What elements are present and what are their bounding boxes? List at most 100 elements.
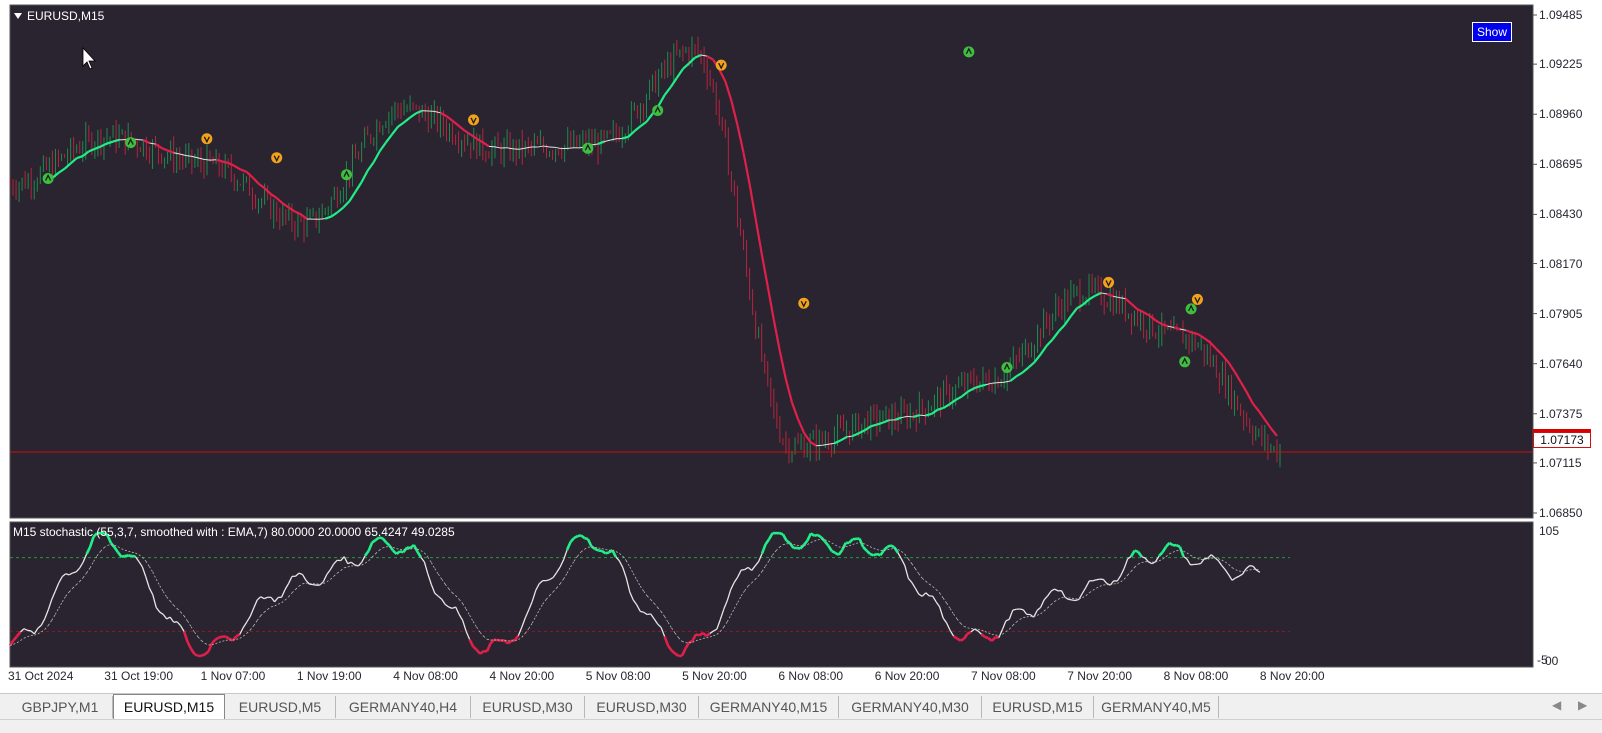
time-tick-label: 1 Nov 19:00 <box>297 669 362 683</box>
price-tick-label: 1.08695 <box>1539 157 1582 171</box>
stochastic-main-segment <box>578 535 581 536</box>
stochastic-main-segment <box>1068 599 1071 600</box>
time-tick-label: 5 Nov 20:00 <box>682 669 747 683</box>
trend-line-segment <box>1174 327 1180 329</box>
buy-signal-icon <box>652 105 663 116</box>
indicator-axis-top: 105 <box>1539 524 1559 538</box>
tab-eurusd-m30[interactable]: EURUSD,M30 <box>585 696 699 718</box>
stochastic-main-segment <box>957 639 960 641</box>
chart-tabs-bar: GBPJPY,M1EURUSD,M15EURUSD,M5GERMANY40,H4… <box>0 693 1602 720</box>
stochastic-main-segment <box>125 555 128 556</box>
stochastic-main-segment <box>870 554 873 555</box>
trend-line-segment <box>907 416 913 417</box>
symbol-title: EURUSD,M15 <box>27 9 104 23</box>
stochastic-main-segment <box>1096 579 1099 580</box>
indicator-label: M15 stochastic (55,3,7, smoothed with : … <box>13 525 455 539</box>
stochastic-main-segment <box>779 533 782 534</box>
sell-signal-icon <box>201 133 212 144</box>
trend-line-segment <box>319 219 325 220</box>
collapse-triangle-icon[interactable] <box>14 13 22 19</box>
tab-gbpjpy-m1[interactable]: GBPJPY,M1 <box>8 696 113 718</box>
price-tick-label: 1.07115 <box>1539 456 1582 470</box>
stochastic-main-segment <box>961 639 964 641</box>
stochastic-main-segment <box>202 654 205 656</box>
tab-germany40-m15[interactable]: GERMANY40,M15 <box>699 696 839 718</box>
stochastic-main-segment <box>605 553 608 554</box>
stochastic-main-segment <box>121 556 124 557</box>
indicator-axis-bottom-overlap: 00 <box>1545 654 1558 668</box>
stochastic-main-segment <box>874 554 877 555</box>
price-tick-label: 1.07375 <box>1539 407 1582 421</box>
time-tick-label: 4 Nov 08:00 <box>393 669 458 683</box>
trend-line-segment <box>1192 333 1198 335</box>
buy-signal-icon <box>1001 362 1012 373</box>
tab-eurusd-m30[interactable]: EURUSD,M30 <box>471 696 585 718</box>
stochastic-main-segment <box>27 630 30 631</box>
buy-signal-icon <box>341 169 352 180</box>
stochastic-main-segment <box>1197 564 1200 565</box>
sell-signal-icon <box>468 114 479 125</box>
sell-signal-icon <box>798 298 809 309</box>
price-tick-label: 1.09225 <box>1539 57 1582 71</box>
time-tick-label: 6 Nov 20:00 <box>875 669 940 683</box>
tab-scroll-right-icon[interactable]: ▶ <box>1578 698 1587 712</box>
price-tick-label: 1.08960 <box>1539 107 1582 121</box>
stochastic-main-segment <box>1135 551 1138 552</box>
trend-line-segment <box>222 161 228 163</box>
trend-line-segment <box>816 445 822 446</box>
stochastic-main-segment <box>574 536 577 538</box>
stochastic-main-segment <box>236 634 239 636</box>
sell-signal-icon <box>1103 277 1114 288</box>
stochastic-main-segment <box>891 545 894 547</box>
sell-signal-icon <box>716 60 727 71</box>
tab-germany40-m5[interactable]: GERMANY40,M5 <box>1094 696 1219 718</box>
price-tick-label: 1.06850 <box>1539 506 1582 520</box>
stochastic-main-segment <box>647 614 650 615</box>
tab-eurusd-m15[interactable]: EURUSD,M15 <box>982 696 1094 718</box>
time-tick-label: 5 Nov 08:00 <box>586 669 651 683</box>
stochastic-main-segment <box>1013 609 1016 610</box>
stochastic-main-segment <box>1176 545 1179 547</box>
trend-line-segment <box>980 385 986 387</box>
price-pane[interactable] <box>10 5 1533 518</box>
buy-signal-icon <box>963 46 974 57</box>
time-tick-label: 8 Nov 20:00 <box>1260 669 1325 683</box>
tab-germany40-h4[interactable]: GERMANY40,H4 <box>336 696 471 718</box>
time-tick-label: 7 Nov 08:00 <box>971 669 1036 683</box>
indicator-pane[interactable] <box>10 522 1533 667</box>
tab-germany40-m30[interactable]: GERMANY40,M30 <box>839 696 982 718</box>
buy-signal-icon <box>1186 303 1197 314</box>
stochastic-main-segment <box>968 632 971 634</box>
trend-line-segment <box>137 140 143 141</box>
current-price-label: 1.07173 <box>1533 432 1591 448</box>
time-tick-label: 31 Oct 19:00 <box>104 669 173 683</box>
stochastic-main-segment <box>585 538 588 539</box>
price-tick-label: 1.09485 <box>1539 8 1582 22</box>
stochastic-main-segment <box>313 585 316 586</box>
stochastic-main-segment <box>219 637 222 638</box>
tab-scroll-left-icon[interactable]: ◀ <box>1552 698 1561 712</box>
time-tick-label: 1 Nov 07:00 <box>201 669 266 683</box>
price-tick-label: 1.07905 <box>1539 307 1582 321</box>
stochastic-main-segment <box>797 548 800 549</box>
tab-eurusd-m5[interactable]: EURUSD,M5 <box>225 696 336 718</box>
trend-line-segment <box>925 414 931 416</box>
stochastic-main-segment <box>128 555 131 556</box>
time-tick-label: 7 Nov 20:00 <box>1067 669 1132 683</box>
time-tick-label: 4 Nov 20:00 <box>490 669 555 683</box>
buy-signal-icon <box>125 137 136 148</box>
stochastic-main-segment <box>195 654 198 656</box>
price-tick-label: 1.08170 <box>1539 257 1582 271</box>
chart-title[interactable]: EURUSD,M15 <box>14 9 104 23</box>
stochastic-main-segment <box>640 611 643 612</box>
tab-eurusd-m15[interactable]: EURUSD,M15 <box>113 694 225 719</box>
buy-signal-icon <box>1179 356 1190 367</box>
sell-signal-icon <box>1192 294 1203 305</box>
price-tick-label: 1.08430 <box>1539 207 1582 221</box>
status-bar <box>0 719 1602 733</box>
price-tick-label: 1.07640 <box>1539 357 1582 371</box>
show-button[interactable]: Show <box>1472 22 1512 42</box>
trend-line-segment <box>568 148 574 149</box>
chart-canvas[interactable] <box>0 0 1602 732</box>
stochastic-main-segment <box>814 535 817 536</box>
